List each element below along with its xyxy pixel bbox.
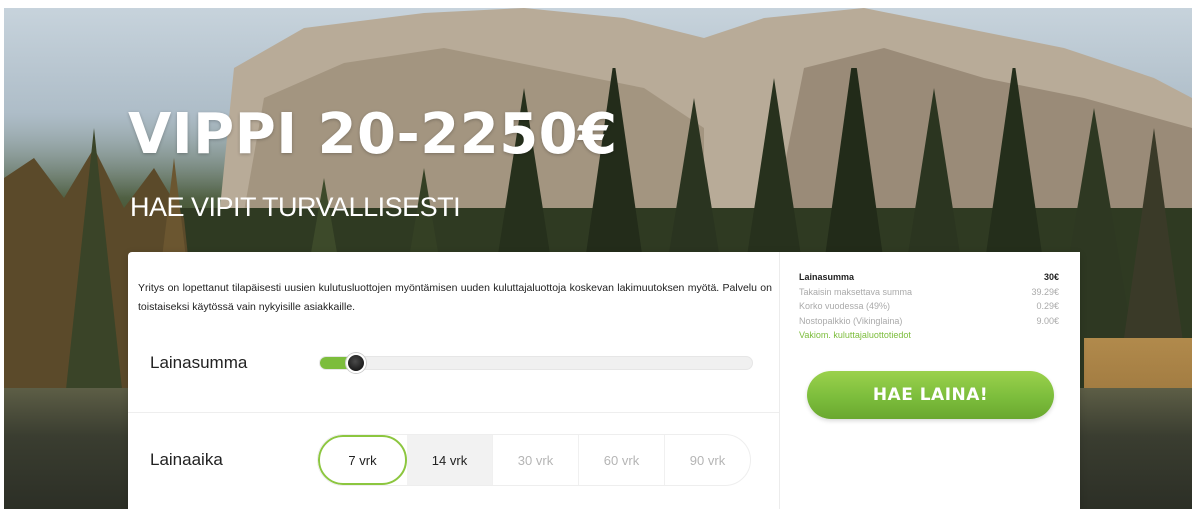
term-option-90[interactable]: 90 vrk: [665, 435, 750, 485]
loan-term-selector[interactable]: 7 vrk 14 vrk 30 vrk 60 vrk 90 vrk: [317, 434, 751, 486]
term-option-60[interactable]: 60 vrk: [579, 435, 665, 485]
summary-label: Takaisin maksettava summa: [799, 286, 913, 297]
summary-value: 30€: [1043, 272, 1059, 282]
summary-value: 39.29€: [1031, 286, 1059, 297]
summary-label: Korko vuodessa (49%): [799, 301, 891, 311]
summary-label: Nostopalkkio (Vikinglaina): [799, 315, 903, 326]
term-option-14[interactable]: 14 vrk: [407, 435, 493, 485]
summary-row: Korko vuodessa (49%) 0.29€: [799, 299, 1059, 314]
term-option-30[interactable]: 30 vrk: [493, 435, 579, 485]
summary-row: Takaisin maksettava summa 39.29€: [799, 285, 1059, 300]
loan-calculator-panel: Yritys on lopettanut tilapäisesti uusien…: [128, 252, 1080, 509]
loan-options-section: Yritys on lopettanut tilapäisesti uusien…: [128, 252, 779, 509]
summary-row: Lainasumma 30€: [799, 270, 1059, 285]
apply-loan-button[interactable]: HAE LAINA!: [807, 371, 1054, 419]
loan-summary-section: Lainasumma 30€ Takaisin maksettava summa…: [779, 252, 1080, 509]
summary-label: Lainasumma: [799, 272, 855, 282]
consumer-credit-info-link[interactable]: Vakiom. kuluttajaluottotiedot: [799, 328, 1059, 343]
page-title: VIPPI 20-2250€: [128, 102, 618, 167]
page-subtitle: HAE VIPIT TURVALLISESTI: [130, 192, 461, 222]
divider: [128, 412, 779, 413]
loan-amount-label: Lainasumma: [150, 353, 248, 372]
summary-value: 0.29€: [1036, 301, 1059, 311]
term-option-7[interactable]: 7 vrk: [318, 435, 407, 485]
service-notice: Yritys on lopettanut tilapäisesti uusien…: [138, 282, 772, 313]
loan-amount-slider[interactable]: [319, 353, 753, 373]
summary-row: Nostopalkkio (Vikinglaina) 9.00€: [799, 314, 1059, 329]
slider-handle[interactable]: [346, 353, 366, 373]
loan-term-label: Lainaaika: [150, 450, 223, 469]
loan-summary-table: Lainasumma 30€ Takaisin maksettava summa…: [799, 270, 1059, 343]
summary-value: 9.00€: [1036, 315, 1059, 326]
